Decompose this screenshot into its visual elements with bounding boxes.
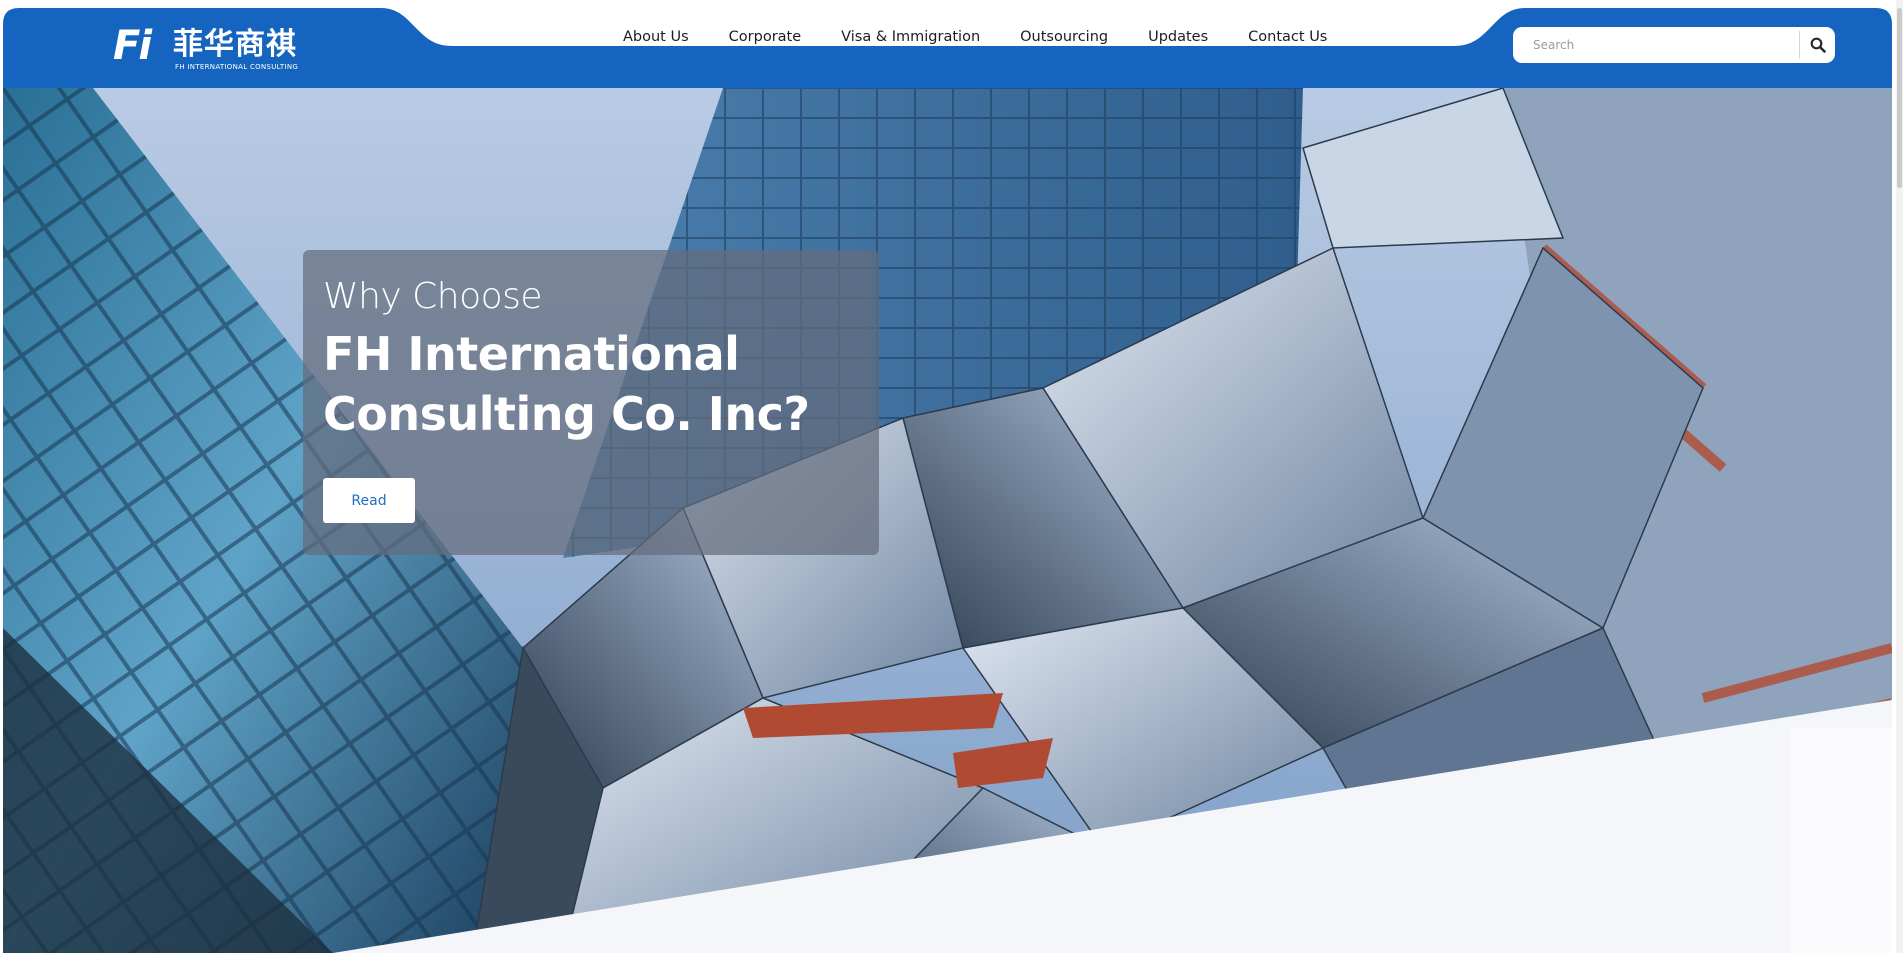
scrollbar-thumb[interactable] [1897,8,1902,188]
hero-section: Why Choose FH International Consulting C… [3,88,1892,953]
search-box [1513,27,1835,63]
logo-english-name: FH INTERNATIONAL CONSULTING [175,63,299,71]
site-header: Fi 菲华商祺 FH INTERNATIONAL CONSULTING Abou… [3,8,1892,88]
search-icon [1810,37,1826,53]
nav-item-outsourcing[interactable]: Outsourcing [1000,19,1128,55]
read-button[interactable]: Read [323,478,415,523]
logo-mark: Fi [113,23,152,69]
nav-item-corporate[interactable]: Corporate [709,19,822,55]
main-navigation: About Us Corporate Visa & Immigration Ou… [603,19,1347,55]
nav-item-visa-immigration[interactable]: Visa & Immigration [821,19,1000,55]
nav-item-contact-us[interactable]: Contact Us [1228,19,1347,55]
search-button[interactable] [1800,27,1835,63]
search-input[interactable] [1513,27,1798,63]
page-scrollbar[interactable] [1896,0,1903,953]
page: Fi 菲华商祺 FH INTERNATIONAL CONSULTING Abou… [0,0,1903,953]
hero-building-image [3,88,1892,953]
logo-chinese-name: 菲华商祺 [173,27,297,62]
nav-item-about-us[interactable]: About Us [603,19,709,55]
nav-item-updates[interactable]: Updates [1128,19,1228,55]
hero-title: FH International Consulting Co. Inc? [323,327,810,441]
hero-eyebrow: Why Choose [323,276,543,317]
hero-card: Why Choose FH International Consulting C… [303,250,879,555]
brand-logo[interactable]: Fi 菲华商祺 FH INTERNATIONAL CONSULTING [113,24,308,74]
